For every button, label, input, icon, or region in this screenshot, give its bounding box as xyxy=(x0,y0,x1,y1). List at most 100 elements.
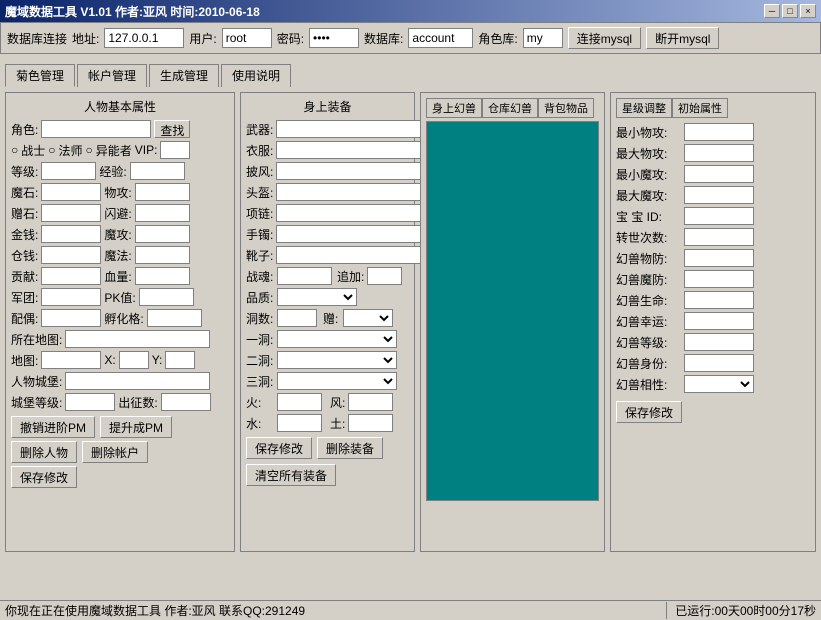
petmagicdef-input[interactable] xyxy=(684,270,754,288)
bracelet-input[interactable] xyxy=(276,225,437,243)
pk-input[interactable] xyxy=(139,288,194,306)
gem-input[interactable] xyxy=(41,204,101,222)
helmet-input[interactable] xyxy=(276,183,437,201)
min-magicatk-input[interactable] xyxy=(684,165,754,183)
add-input[interactable] xyxy=(367,267,402,285)
pair-input[interactable] xyxy=(41,309,101,327)
star-panel: 星级调整 初始属性 最小物攻: 最大物攻: 最小魔攻: 最大魔攻: 宝 宝 ID… xyxy=(610,92,816,552)
star-save-button[interactable]: 保存修改 xyxy=(616,401,682,423)
level-input[interactable] xyxy=(41,162,96,180)
necklace-input[interactable] xyxy=(276,204,437,222)
delete-char-button[interactable]: 删除人物 xyxy=(11,441,77,463)
maploc-row: 所在地图: xyxy=(11,330,229,348)
petluck-input[interactable] xyxy=(684,312,754,330)
petluck-row: 幻兽幸运: xyxy=(616,312,810,330)
contrib-input[interactable] xyxy=(41,267,101,285)
fire-input[interactable] xyxy=(277,393,322,411)
title-bar: 魔域数据工具 V1.01 作者:亚风 时间:2010-06-18 ─ □ × xyxy=(0,0,821,22)
earth-input[interactable] xyxy=(348,414,393,432)
close-button[interactable]: × xyxy=(800,4,816,18)
delete-acc-button[interactable]: 删除帐户 xyxy=(82,441,148,463)
equip-save-button[interactable]: 保存修改 xyxy=(246,437,312,459)
hatch-input[interactable] xyxy=(147,309,202,327)
petid-input[interactable] xyxy=(684,207,754,225)
army-input[interactable] xyxy=(41,288,101,306)
holes-input[interactable] xyxy=(277,309,317,327)
exp-input[interactable] xyxy=(130,162,185,180)
quality-select[interactable] xyxy=(277,288,357,306)
role-input[interactable] xyxy=(41,120,151,138)
water-input[interactable] xyxy=(277,414,322,432)
star-tab-initial[interactable]: 初始属性 xyxy=(672,98,728,118)
hole2-select[interactable] xyxy=(277,351,397,369)
hole1-select[interactable] xyxy=(277,330,397,348)
role-input[interactable] xyxy=(523,28,563,48)
user-input[interactable] xyxy=(222,28,272,48)
maploc-input[interactable] xyxy=(65,330,210,348)
dodge-input[interactable] xyxy=(135,204,190,222)
minimize-button[interactable]: ─ xyxy=(764,4,780,18)
search-button[interactable]: 查找 xyxy=(154,120,190,138)
star-tab-adjust[interactable]: 星级调整 xyxy=(616,98,672,118)
battlesoul-input[interactable] xyxy=(277,267,332,285)
db-input-field[interactable] xyxy=(408,28,473,48)
petlevel-input[interactable] xyxy=(684,333,754,351)
castle-input[interactable] xyxy=(65,372,210,390)
pk-label: PK值: xyxy=(104,289,135,306)
tab-gen-manage[interactable]: 生成管理 xyxy=(149,64,219,87)
contrib-row: 贡献: 血量: xyxy=(11,267,229,285)
magicatk-input[interactable] xyxy=(135,225,190,243)
max-physatk-input[interactable] xyxy=(684,144,754,162)
disconnect-button[interactable]: 断开mysql xyxy=(646,27,719,49)
wind-input[interactable] xyxy=(348,393,393,411)
tab-color-manage[interactable]: 菊色管理 xyxy=(5,64,75,87)
petphysdef-input[interactable] xyxy=(684,249,754,267)
pethp-input[interactable] xyxy=(684,291,754,309)
tab-help[interactable]: 使用说明 xyxy=(221,64,291,87)
pet-tab-warehouse[interactable]: 仓库幻兽 xyxy=(482,98,538,118)
addr-input[interactable] xyxy=(104,28,184,48)
maximize-button[interactable]: □ xyxy=(782,4,798,18)
tab-account-manage[interactable]: 帐户管理 xyxy=(77,64,147,87)
pet-tabs: 身上幻兽 仓库幻兽 背包物品 xyxy=(426,98,599,118)
magic-input[interactable] xyxy=(135,246,190,264)
vip-input[interactable] xyxy=(160,141,190,159)
castlelevel-input[interactable] xyxy=(65,393,115,411)
x-input[interactable] xyxy=(119,351,149,369)
hole3-select[interactable] xyxy=(277,372,397,390)
physatk-input[interactable] xyxy=(135,183,190,201)
pet-tab-body[interactable]: 身上幻兽 xyxy=(426,98,482,118)
gift-select[interactable] xyxy=(343,309,393,327)
rebirth-input[interactable] xyxy=(684,228,754,246)
cancel-pm-button[interactable]: 撤销进阶PM xyxy=(11,416,95,438)
max-physatk-label: 最大物攻: xyxy=(616,145,681,162)
char-save-button[interactable]: 保存修改 xyxy=(11,466,77,488)
cloth-input[interactable] xyxy=(276,141,437,159)
pet-tab-bag[interactable]: 背包物品 xyxy=(538,98,594,118)
magicstone-input[interactable] xyxy=(41,183,101,201)
pethp-label: 幻兽生命: xyxy=(616,292,681,309)
map-input[interactable] xyxy=(41,351,101,369)
pass-label: 密码: xyxy=(277,30,304,47)
cape-label: 披风: xyxy=(246,163,273,180)
max-magicatk-input[interactable] xyxy=(684,186,754,204)
connect-button[interactable]: 连接mysql xyxy=(568,27,641,49)
contrib-label: 贡献: xyxy=(11,268,38,285)
warehouse-input[interactable] xyxy=(41,246,101,264)
expedition-input[interactable] xyxy=(161,393,211,411)
equip-clear-button[interactable]: 清空所有装备 xyxy=(246,464,336,486)
shoes-input[interactable] xyxy=(276,246,437,264)
y-input[interactable] xyxy=(165,351,195,369)
hp-input[interactable] xyxy=(135,267,190,285)
equip-delete-button[interactable]: 删除装备 xyxy=(317,437,383,459)
gold-input[interactable] xyxy=(41,225,101,243)
petidentity-input[interactable] xyxy=(684,354,754,372)
min-physatk-input[interactable] xyxy=(684,123,754,141)
pass-input[interactable] xyxy=(309,28,359,48)
upgrade-pm-button[interactable]: 提升成PM xyxy=(100,416,172,438)
petaffinity-select[interactable] xyxy=(684,375,754,393)
main-content: 菊色管理 帐户管理 生成管理 使用说明 人物基本属性 角色: 查找 ○ 战士 ○… xyxy=(0,59,821,557)
weapon-input[interactable] xyxy=(276,120,437,138)
psych-label: 异能者 xyxy=(96,142,132,159)
cape-input[interactable] xyxy=(276,162,437,180)
